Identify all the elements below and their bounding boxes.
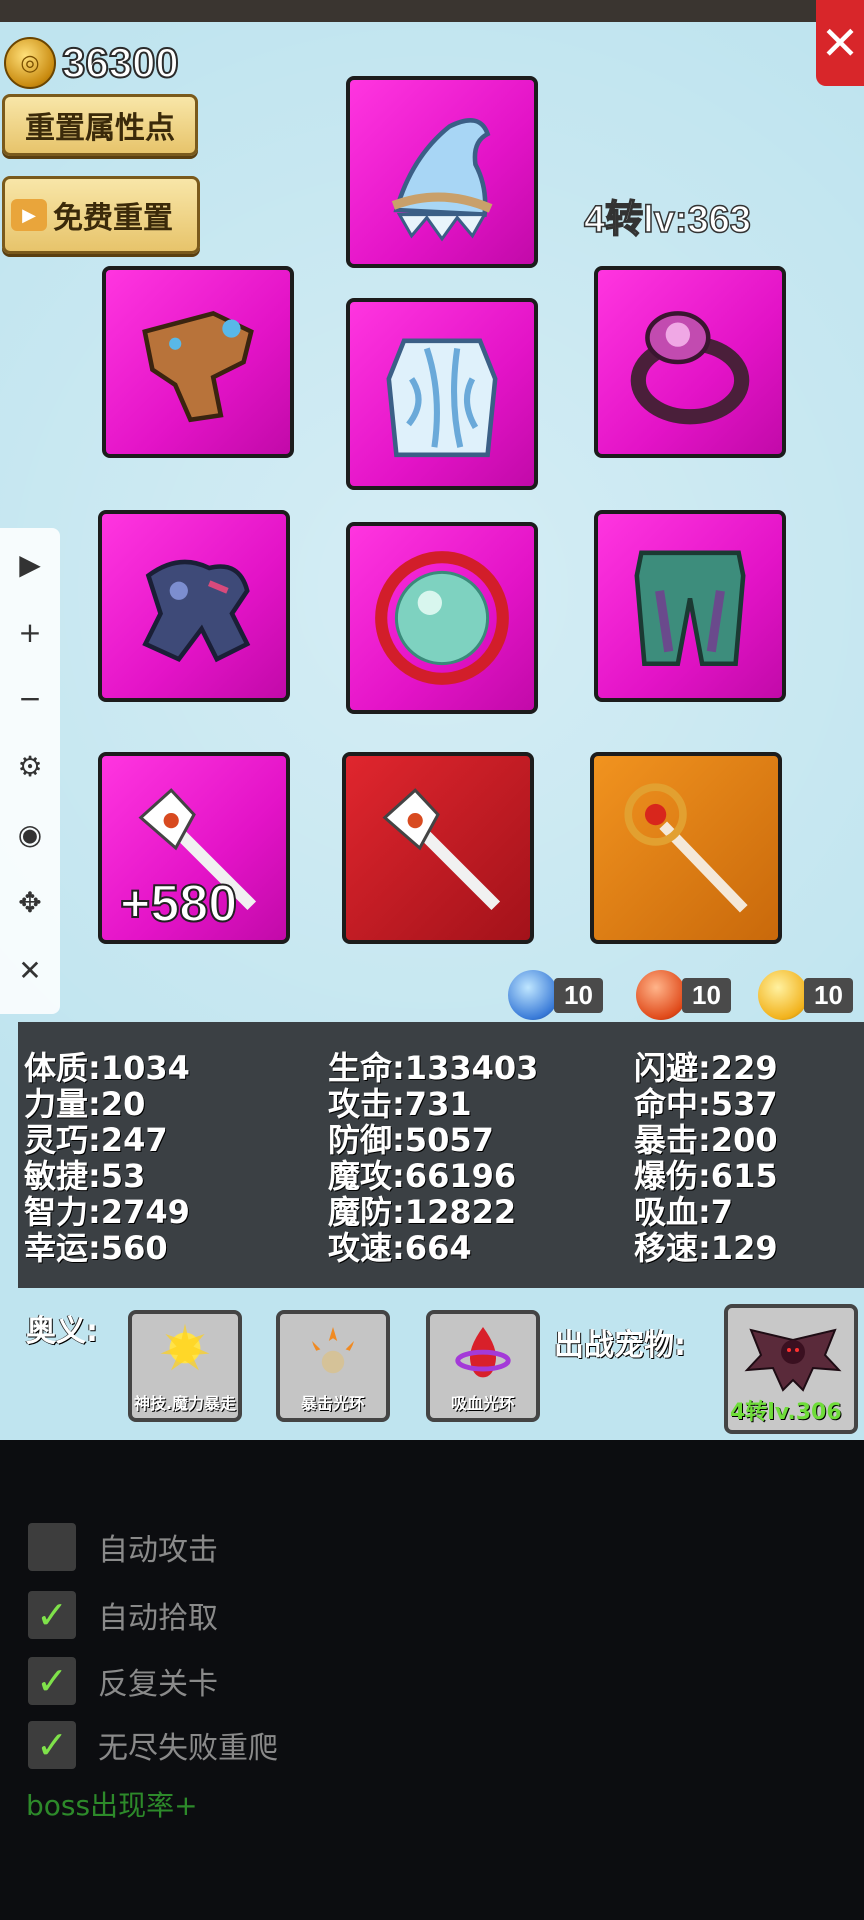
stat-crit-damage: 爆伤:615 (634, 1157, 778, 1195)
option-auto-pickup[interactable]: ✓ 自动拾取 (28, 1590, 218, 1640)
stat-attack: 攻击:731 (328, 1085, 472, 1123)
skill-slot-1[interactable]: 神技.魔力暴走 (128, 1310, 242, 1422)
stat-dexterity: 灵巧:247 (24, 1121, 168, 1159)
reset-attributes-label: 重置属性点 (25, 111, 175, 146)
stat-luck: 幸运:560 (24, 1229, 168, 1267)
zoom-out-icon[interactable]: − (10, 678, 50, 718)
lightning-gem-icon (758, 970, 808, 1020)
option-label: 无尽失败重爬 (98, 1731, 278, 1766)
close-button[interactable]: ✕ (816, 0, 864, 86)
stat-hit: 命中:537 (634, 1085, 778, 1123)
equip-slot-armor[interactable] (346, 298, 538, 490)
enhance-level: +580 (119, 874, 238, 934)
pants-icon (634, 550, 746, 667)
pet-label: 出战宠物: (554, 1328, 686, 1363)
stat-constitution: 体质:1034 (24, 1049, 190, 1087)
option-repeat-stage[interactable]: ✓ 反复关卡 (28, 1656, 218, 1706)
coin-icon: ◎ (4, 37, 56, 89)
blue-gem-count: 10 (554, 977, 603, 1013)
checkmark-icon[interactable]: ✓ (28, 1657, 76, 1705)
equip-slot-pants[interactable] (594, 510, 786, 702)
stat-crit: 暴击:200 (634, 1121, 778, 1159)
lifesteal-aura-icon (455, 1327, 511, 1378)
eye-icon[interactable]: ◉ (10, 814, 50, 854)
stat-magic-defense: 魔防:12822 (328, 1193, 517, 1231)
stat-move-speed: 移速:129 (634, 1229, 778, 1267)
skill-label-1: 神技.魔力暴走 (133, 1394, 237, 1413)
secondary-stats: 闪避:229 命中:537 暴击:200 爆伤:615 吸血:7 移速:129 (634, 1050, 778, 1266)
rank-level: 4转lv:363 (583, 198, 751, 242)
secrets-label: 奥义: (26, 1314, 98, 1349)
gem-yellow: 10 (758, 970, 853, 1020)
burst-icon (160, 1323, 210, 1371)
stat-intelligence: 智力:2749 (24, 1193, 190, 1231)
skill-slot-2[interactable]: 暴击光环 (276, 1310, 390, 1422)
option-auto-attack[interactable]: 自动攻击 (28, 1522, 218, 1572)
equip-slot-staff[interactable] (590, 752, 782, 944)
video-ad-icon: ▶ (11, 199, 47, 231)
equip-slot-weapon2[interactable] (342, 752, 534, 944)
stat-defense: 防御:5057 (328, 1121, 494, 1159)
gear-icon[interactable]: ⚙ (10, 746, 50, 786)
stat-agility: 敏捷:53 (24, 1157, 146, 1195)
wizard-hat-icon (391, 118, 493, 242)
red-gem-count: 10 (682, 977, 731, 1013)
option-endless-retry[interactable]: ✓ 无尽失败重爬 (28, 1720, 278, 1770)
equip-slot-shoulder[interactable] (98, 510, 290, 702)
ring-icon (630, 311, 750, 425)
equip-slot-ring[interactable] (594, 266, 786, 458)
yellow-gem-count: 10 (804, 977, 853, 1013)
gem-red: 10 (636, 970, 731, 1020)
free-reset-label: 免费重置 (53, 201, 173, 236)
checkbox-unchecked[interactable] (28, 1523, 76, 1571)
axe-icon (382, 788, 501, 911)
blue-gem-icon (508, 970, 558, 1020)
stat-magic-attack: 魔攻:66196 (328, 1157, 517, 1195)
orb-icon (375, 551, 509, 685)
zoom-in-icon[interactable]: + (10, 612, 50, 652)
skill-slot-3[interactable]: 吸血光环 (426, 1310, 540, 1422)
equip-slot-orb[interactable] (346, 522, 538, 714)
pauldron-icon (142, 559, 251, 663)
gloves-icon (142, 310, 254, 423)
gold-display: ◎ 36300 (4, 37, 180, 89)
red-gem-icon (636, 970, 686, 1020)
floating-toolbar: ▶ + − ⚙ ◉ ✥ ✕ (0, 528, 60, 1014)
option-label: 自动拾取 (98, 1601, 218, 1636)
equip-slot-weapon[interactable]: +580 (98, 752, 290, 944)
gem-blue: 10 (508, 970, 603, 1020)
pet-level: 4转lv.306 (730, 1400, 842, 1425)
staff-icon (624, 783, 748, 913)
crit-aura-icon (312, 1327, 354, 1374)
close-icon[interactable]: ✕ (10, 950, 50, 990)
equip-slot-gloves[interactable] (102, 266, 294, 458)
skill-label-2: 暴击光环 (300, 1394, 365, 1413)
skill-label-3: 吸血光环 (450, 1394, 515, 1413)
equip-slot-hat[interactable] (346, 76, 538, 268)
gold-amount: 36300 (61, 38, 180, 87)
play-icon[interactable]: ▶ (10, 544, 50, 584)
stat-hp: 生命:133403 (328, 1049, 539, 1087)
stat-attack-speed: 攻速:664 (328, 1229, 472, 1267)
reset-attributes-button[interactable]: 重置属性点 (2, 94, 198, 156)
option-label: 反复关卡 (98, 1667, 218, 1702)
stat-strength: 力量:20 (24, 1085, 146, 1123)
stat-lifesteal: 吸血:7 (634, 1193, 734, 1231)
robe-icon (386, 338, 498, 458)
boss-rate-label: boss出现率+ (26, 1789, 198, 1822)
base-stats: 体质:1034 力量:20 灵巧:247 敏捷:53 智力:2749 幸运:56… (24, 1050, 190, 1266)
pet-slot[interactable]: 4转lv.306 (724, 1304, 858, 1434)
checkmark-icon[interactable]: ✓ (28, 1591, 76, 1639)
stats-panel: 体质:1034 力量:20 灵巧:247 敏捷:53 智力:2749 幸运:56… (18, 1022, 864, 1288)
stat-dodge: 闪避:229 (634, 1049, 778, 1087)
option-label: 自动攻击 (98, 1533, 218, 1568)
combat-stats: 生命:133403 攻击:731 防御:5057 魔攻:66196 魔防:128… (328, 1050, 538, 1266)
move-icon[interactable]: ✥ (10, 882, 50, 922)
checkmark-icon[interactable]: ✓ (28, 1721, 76, 1769)
free-reset-button[interactable]: ▶ 免费重置 (2, 176, 200, 254)
